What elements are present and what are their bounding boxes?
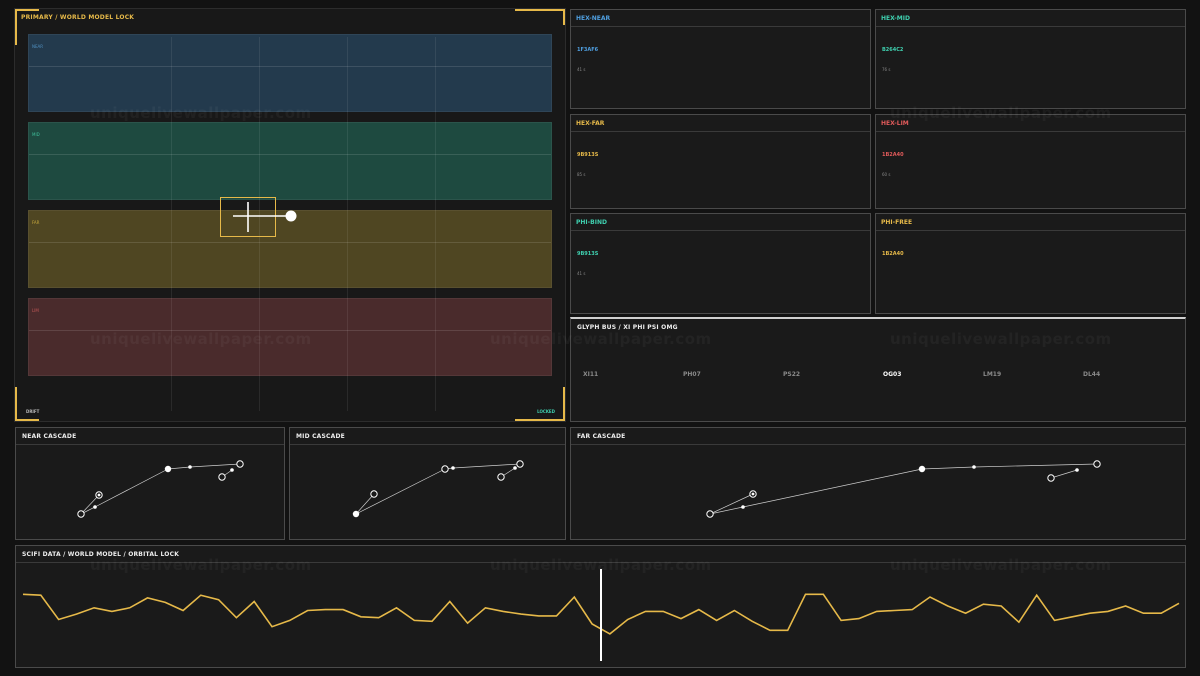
card-phi-bind[interactable]: PHI-BIND 9B913S 41 s xyxy=(570,213,871,314)
near-cascade-graph xyxy=(77,460,244,518)
primary-panel: PRIMARY / WORLD MODEL LOCK NEAR MID FAR … xyxy=(14,8,566,422)
mid-cascade-graph xyxy=(352,460,524,518)
card-title: HEX-LIM xyxy=(881,120,909,127)
card-sub: 85 s xyxy=(577,172,586,177)
glyph-dl44[interactable]: DL44 xyxy=(1083,371,1100,378)
card-sub: 41 s xyxy=(577,67,586,72)
glyph-ps22[interactable]: PS22 xyxy=(783,371,800,378)
glyph-ph07[interactable]: PH07 xyxy=(683,371,701,378)
footer-locked: LOCKED xyxy=(537,409,555,414)
far-cascade-graph xyxy=(706,460,1101,518)
card-value: B264C2 xyxy=(882,47,904,53)
scifi-data-panel: SCIFI DATA / WORLD MODEL / ORBITAL LOCK xyxy=(15,545,1186,668)
card-sub: 76 s xyxy=(882,67,891,72)
card-value: 9B913S xyxy=(577,152,599,158)
card-sub: 60 s xyxy=(882,172,891,177)
glyph-bus-title: GLYPH BUS / XI PHI PSI OMG xyxy=(577,324,678,331)
card-hex-far[interactable]: HEX-FAR 9B913S 85 s xyxy=(570,114,871,209)
card-phi-free[interactable]: PHI-FREE 1B2A40 xyxy=(875,213,1186,314)
scifi-line-chart xyxy=(22,569,1180,661)
card-title: HEX-FAR xyxy=(576,120,605,127)
reticle-cross xyxy=(233,202,297,232)
card-title: PHI-BIND xyxy=(576,219,607,226)
glyph-xi11[interactable]: XI11 xyxy=(583,371,598,378)
card-hex-mid[interactable]: HEX-MID B264C2 76 s xyxy=(875,9,1186,109)
card-value: 1B2A40 xyxy=(882,251,904,257)
footer-drift: DRIFT xyxy=(26,409,40,414)
card-title: HEX-NEAR xyxy=(576,15,611,22)
mid-cascade-panel: MID CASCADE xyxy=(289,427,566,540)
glyph-lm19[interactable]: LM19 xyxy=(983,371,1001,378)
card-title: HEX-MID xyxy=(881,15,910,22)
far-cascade-panel: FAR CASCADE xyxy=(570,427,1186,540)
card-value: 9B913S xyxy=(577,251,599,257)
card-value: 1F3AF6 xyxy=(577,47,599,53)
card-hex-lim[interactable]: HEX-LIM 1B2A40 60 s xyxy=(875,114,1186,209)
glyph-og03[interactable]: OG03 xyxy=(883,371,901,378)
card-sub: 41 s xyxy=(577,271,586,276)
target-handle[interactable] xyxy=(285,210,297,222)
card-title: PHI-FREE xyxy=(881,219,913,226)
glyph-bus-panel: GLYPH BUS / XI PHI PSI OMG XI11 PH07 PS2… xyxy=(570,317,1186,422)
card-hex-near[interactable]: HEX-NEAR 1F3AF6 41 s xyxy=(570,9,871,109)
card-value: 1B2A40 xyxy=(882,152,904,158)
near-cascade-panel: NEAR CASCADE xyxy=(15,427,285,540)
